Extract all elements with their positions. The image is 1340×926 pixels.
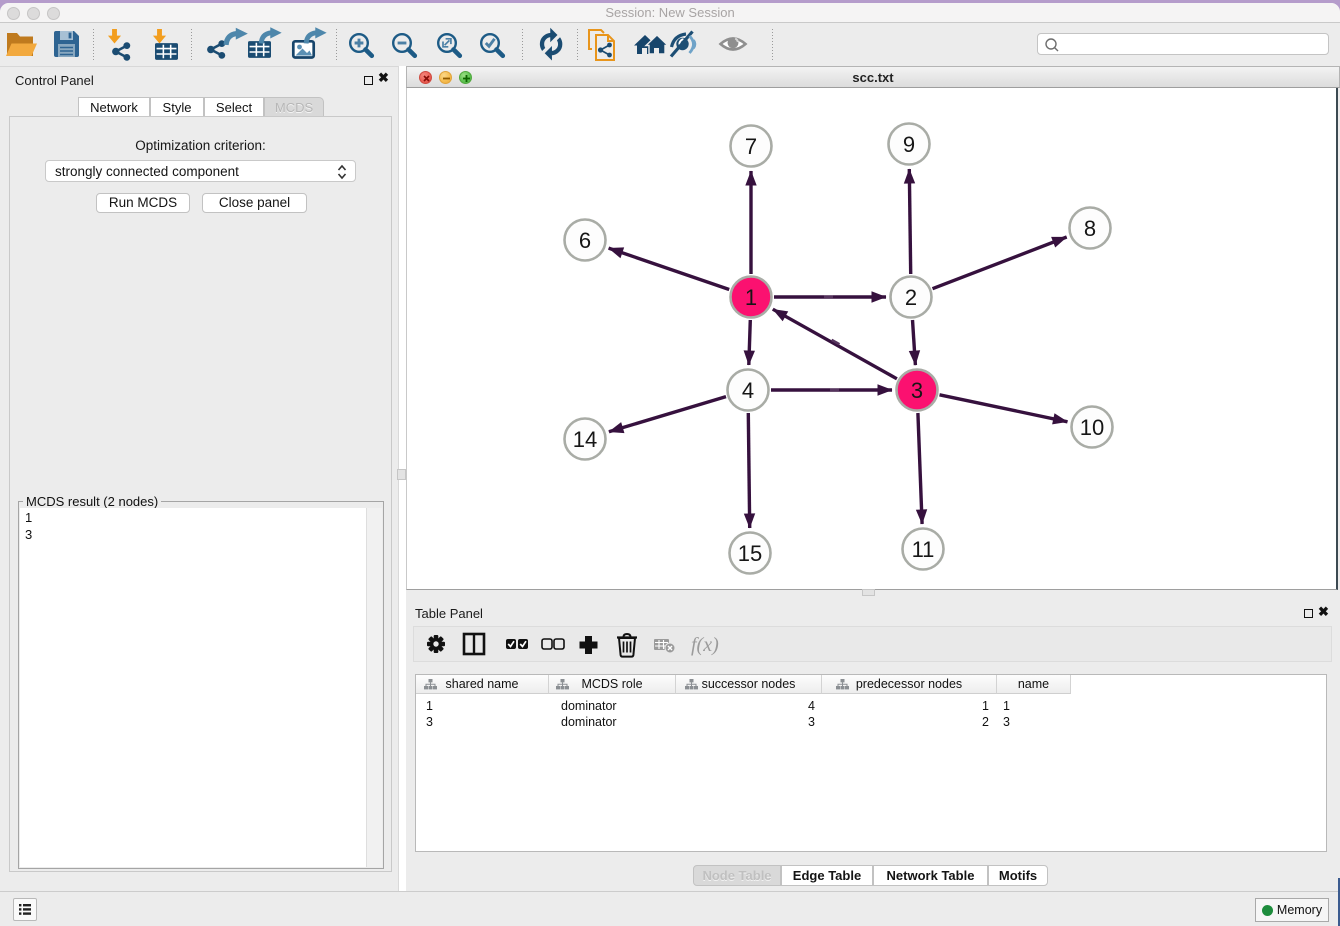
svg-text:14: 14 <box>573 427 597 452</box>
svg-text:9: 9 <box>903 132 915 157</box>
svg-text:1: 1 <box>745 285 757 310</box>
svg-text:8: 8 <box>1084 216 1096 241</box>
svg-text:15: 15 <box>738 541 762 566</box>
svg-text:f(x): f(x) <box>691 634 719 656</box>
svg-text:6: 6 <box>579 228 591 253</box>
svg-text:4: 4 <box>742 378 754 403</box>
svg-text:10: 10 <box>1080 415 1104 440</box>
svg-text:7: 7 <box>745 134 757 159</box>
svg-text:3: 3 <box>911 378 923 403</box>
svg-text:2: 2 <box>905 285 917 310</box>
svg-text:11: 11 <box>912 537 935 562</box>
